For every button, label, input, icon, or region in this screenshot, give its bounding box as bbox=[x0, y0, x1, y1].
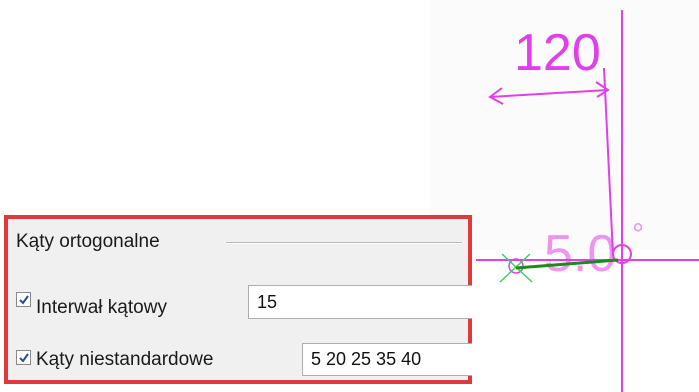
angle-degree-symbol: ° bbox=[632, 218, 644, 251]
group-header: Kąty ortogonalne bbox=[16, 231, 462, 253]
group-title: Kąty ortogonalne bbox=[16, 231, 160, 252]
orthogonal-angles-panel: Kąty ortogonalne Interwał kątowy Kąty ni… bbox=[4, 215, 472, 384]
custom-angles-input[interactable] bbox=[302, 343, 472, 376]
checkmark-icon bbox=[19, 353, 29, 363]
angle-interval-label: Interwał kątowy bbox=[36, 297, 167, 318]
angle-interval-checkbox[interactable] bbox=[16, 292, 31, 307]
checkmark-icon bbox=[19, 295, 29, 305]
dimension-label: 120 bbox=[514, 24, 601, 82]
custom-angles-label: Kąty niestandardowe bbox=[36, 349, 214, 370]
angle-interval-input[interactable] bbox=[248, 285, 472, 319]
custom-angles-checkbox[interactable] bbox=[16, 350, 31, 365]
group-divider bbox=[226, 242, 462, 244]
angle-label: 5.0 bbox=[544, 225, 616, 283]
